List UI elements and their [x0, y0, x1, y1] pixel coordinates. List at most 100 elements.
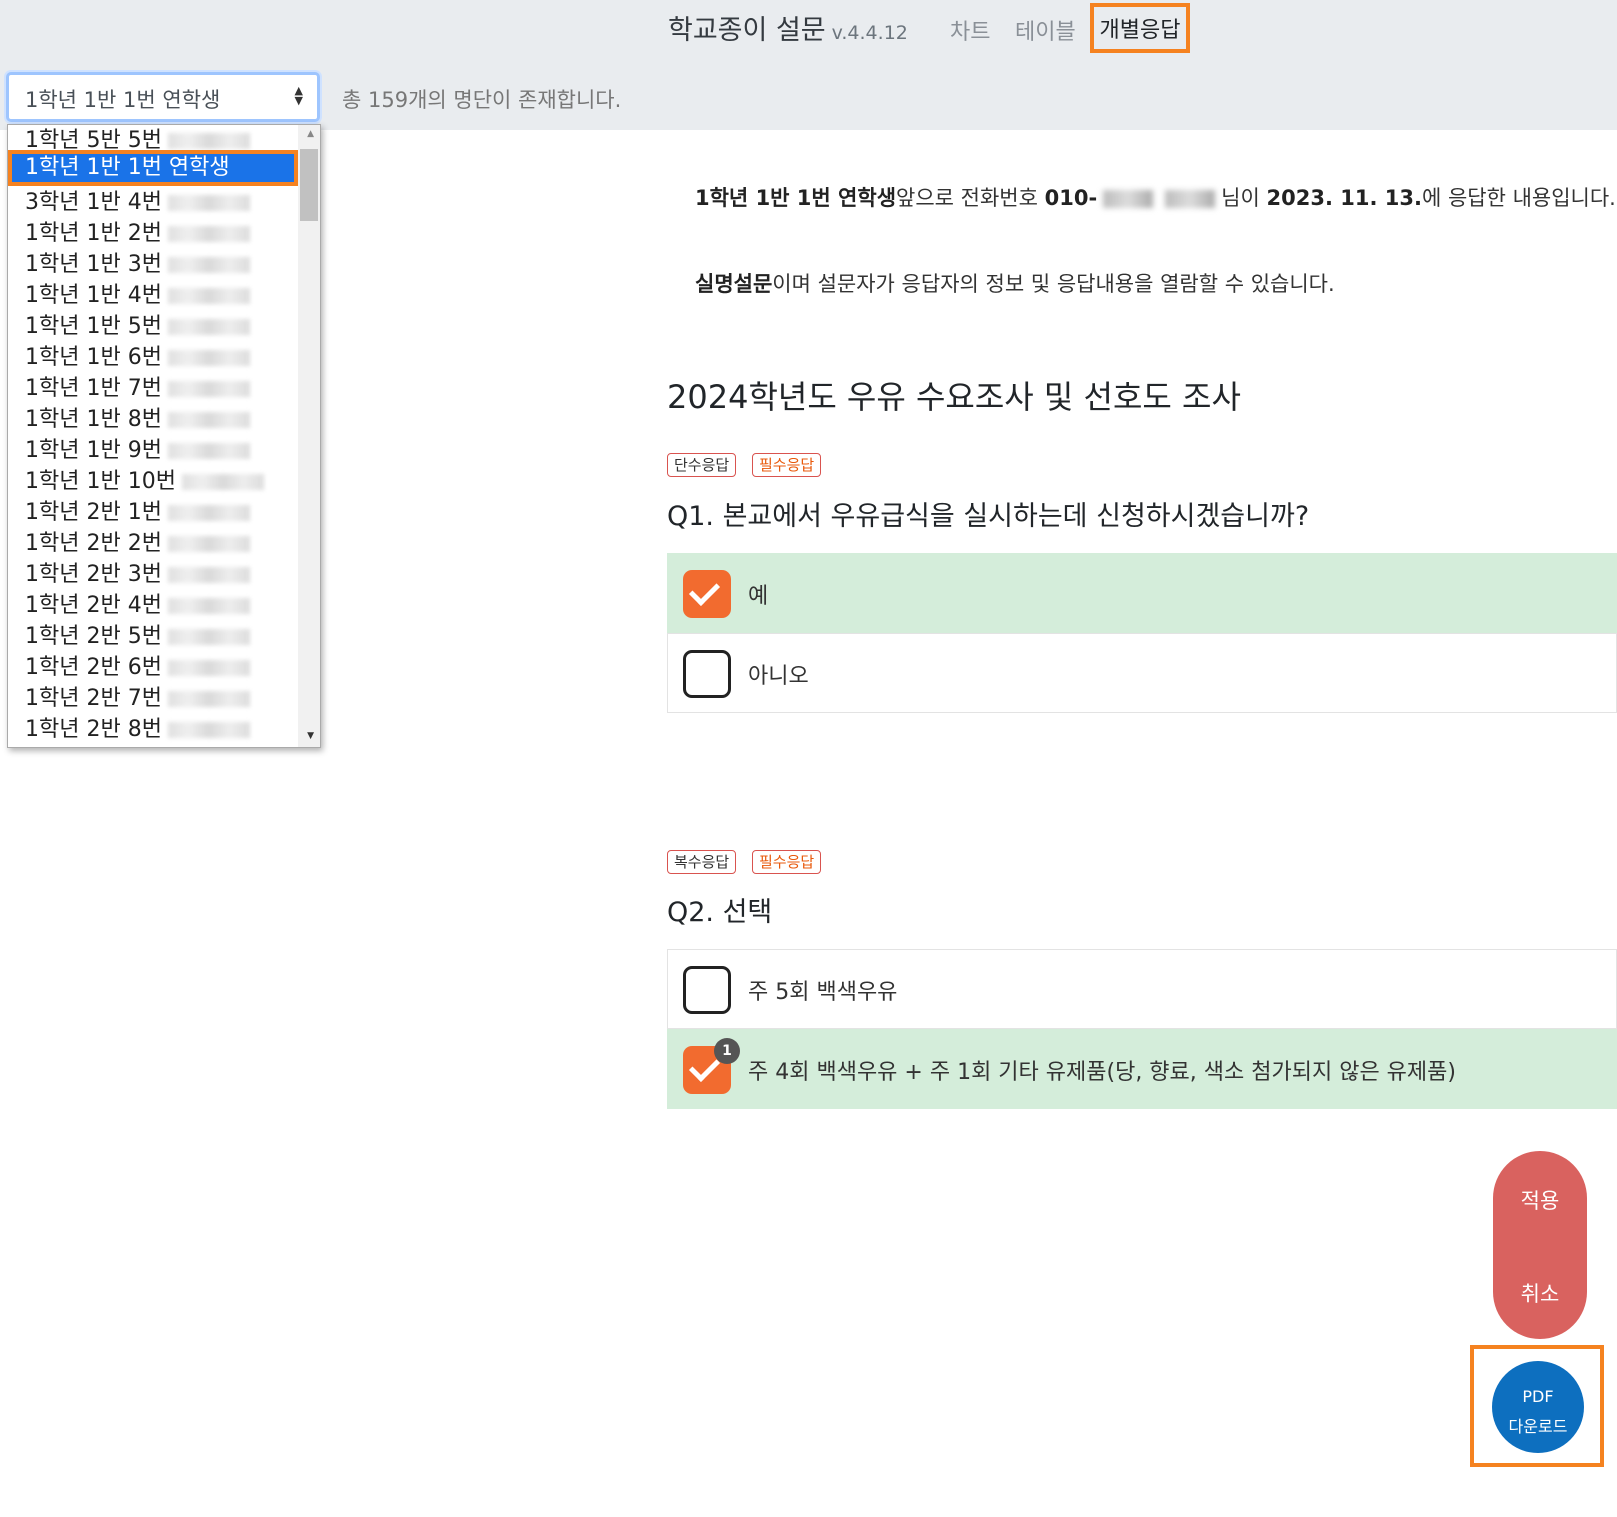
redacted-name — [167, 412, 250, 428]
dropdown-option[interactable]: 1학년 1반 6번 — [25, 342, 295, 373]
selection-order-badge: 1 — [714, 1038, 740, 1064]
dropdown-scrollbar[interactable]: ▲ ▼ — [298, 125, 320, 747]
tab-individual-response[interactable]: 개별응답 — [1090, 3, 1190, 53]
dropdown-option[interactable]: 1학년 1반 7번 — [25, 373, 295, 404]
dropdown-option[interactable]: 1학년 1반 3번 — [25, 249, 295, 280]
privacy-info-line: 실명설문이며 설문자가 응답자의 정보 및 응답내용을 열람할 수 있습니다. — [695, 268, 1335, 298]
option-text: 1학년 1반 8번 — [25, 407, 162, 432]
question-1-text: Q1. 본교에서 우유급식을 실시하는데 신청하시겠습니까? — [667, 501, 1310, 532]
redacted-phone — [1165, 190, 1216, 208]
info-text: 이며 설문자가 응답자의 정보 및 응답내용을 열람할 수 있습니다. — [772, 272, 1335, 296]
dropdown-option[interactable]: 1학년 1반 9번 — [25, 435, 295, 466]
dropdown-option[interactable]: 1학년 2반 2번 — [25, 528, 295, 559]
option-text: 1학년 1반 4번 — [25, 283, 162, 308]
respondent-select-value: 1학년 1반 1번 연학생 — [25, 88, 221, 112]
scroll-down-icon[interactable]: ▼ — [307, 731, 314, 741]
redacted-name — [167, 319, 250, 335]
tab-table[interactable]: 테이블 — [1015, 14, 1076, 46]
respondent-select[interactable]: 1학년 1반 1번 연학생 ▲ ▼ — [6, 72, 320, 122]
dropdown-option[interactable]: 1학년 1반 8번 — [25, 404, 295, 435]
cancel-button[interactable]: 취소 — [1493, 1278, 1587, 1308]
dropdown-option[interactable]: 1학년 1반 5번 — [25, 311, 295, 342]
option-text: 1학년 1반 6번 — [25, 345, 162, 370]
required-badge: 필수응답 — [752, 850, 822, 874]
required-badge: 필수응답 — [752, 453, 822, 477]
option-label: 주 4회 백색우유 + 주 1회 기타 유제품(당, 향료, 색소 첨가되지 않… — [748, 1060, 1456, 1085]
single-choice-badge: 단수응답 — [667, 453, 737, 477]
redacted-name — [167, 629, 250, 645]
survey-title: 2024학년도 우유 수요조사 및 선호도 조사 — [667, 378, 1241, 416]
dropdown-option[interactable]: 1학년 1반 4번 — [25, 280, 295, 311]
option-label: 예 — [748, 584, 769, 609]
info-text: 님이 — [1221, 186, 1267, 210]
option-text: 1학년 1반 7번 — [25, 376, 162, 401]
redacted-name — [167, 133, 250, 149]
option-text: 1학년 2반 2번 — [25, 531, 162, 556]
dropdown-option[interactable]: 1학년 2반 5번 — [25, 621, 295, 652]
dropdown-option[interactable]: 1학년 2반 1번 — [25, 497, 295, 528]
option-text: 1학년 1반 10번 — [25, 469, 176, 494]
dropdown-option[interactable]: 1학년 2반 7번 — [25, 683, 295, 714]
redacted-name — [167, 660, 250, 676]
redacted-name — [167, 598, 250, 614]
scroll-up-icon[interactable]: ▲ — [307, 129, 314, 139]
phone-prefix: 010- — [1044, 186, 1098, 210]
option-label: 아니오 — [748, 664, 809, 689]
option-text: 1학년 2반 7번 — [25, 686, 162, 711]
pdf-download-button[interactable]: PDF 다운로드 — [1492, 1361, 1584, 1453]
redacted-name — [167, 226, 250, 242]
q1-option-yes[interactable]: 예 — [667, 553, 1617, 633]
respondent-dropdown-list[interactable]: 1학년 5반 5번 1학년 1반 1번 연학생 3학년 1반 4번 1학년 1반… — [7, 124, 321, 748]
pdf-highlight-frame: PDF 다운로드 — [1470, 1345, 1604, 1467]
respondent-name: 1학년 1반 1번 연학생 — [695, 186, 897, 210]
app-name: 학교종이 설문 — [668, 15, 826, 46]
q2-option-2[interactable]: 1 주 4회 백색우유 + 주 1회 기타 유제품(당, 향료, 색소 첨가되지… — [667, 1029, 1617, 1109]
redacted-name — [167, 536, 250, 552]
survey-mode: 실명설문 — [695, 272, 773, 296]
option-text: 1학년 2반 6번 — [25, 655, 162, 680]
dropdown-option[interactable]: 1학년 2반 8번 — [25, 714, 295, 745]
download-label: 다운로드 — [1508, 1417, 1568, 1436]
redacted-name — [167, 722, 250, 738]
option-text: 1학년 1반 3번 — [25, 252, 162, 277]
option-text: 1학년 1반 1번 연학생 — [25, 155, 230, 180]
dropdown-option-selected[interactable]: 1학년 1반 1번 연학생 — [8, 150, 298, 186]
dropdown-option[interactable]: 1학년 1반 10번 — [25, 466, 295, 497]
redacted-name — [167, 443, 250, 459]
dropdown-option[interactable]: 1학년 2반 3번 — [25, 559, 295, 590]
info-text: 에 응답한 내용입니다. — [1421, 186, 1616, 210]
dropdown-option[interactable]: 3학년 1반 4번 — [25, 187, 295, 218]
select-arrows-icon: ▲ ▼ — [294, 84, 303, 107]
dropdown-option[interactable]: 1학년 2반 4번 — [25, 590, 295, 621]
option-text: 1학년 2반 3번 — [25, 562, 162, 587]
floating-action-pill: 적용 취소 — [1493, 1151, 1587, 1339]
checkbox-checked-icon[interactable] — [683, 570, 731, 618]
question-2-text: Q2. 선택 — [667, 897, 773, 928]
option-text: 1학년 2반 8번 — [25, 717, 162, 742]
checkbox-unchecked-icon[interactable] — [683, 966, 731, 1014]
redacted-name — [181, 474, 264, 490]
redacted-name — [167, 567, 250, 583]
option-text: 1학년 2반 4번 — [25, 593, 162, 618]
response-date: 2023. 11. 13. — [1266, 186, 1422, 210]
q2-option-1[interactable]: 주 5회 백색우유 — [667, 949, 1617, 1029]
response-info-line: 1학년 1반 1번 연학생앞으로 전화번호 010- 님이 2023. 11. 1… — [695, 182, 1616, 212]
q1-option-no[interactable]: 아니오 — [667, 633, 1617, 713]
redacted-name — [167, 288, 250, 304]
dropdown-option[interactable]: 1학년 1반 2번 — [25, 218, 295, 249]
redacted-name — [167, 195, 250, 211]
redacted-phone — [1103, 190, 1154, 208]
app-title: 학교종이 설문 v.4.4.12 — [668, 8, 908, 47]
tab-chart[interactable]: 차트 — [950, 14, 990, 46]
option-label: 주 5회 백색우유 — [748, 980, 898, 1005]
info-text: 앞으로 전화번호 — [896, 186, 1045, 210]
apply-button[interactable]: 적용 — [1493, 1185, 1587, 1215]
list-count-text: 총 159개의 명단이 존재합니다. — [342, 88, 622, 112]
multiple-choice-badge: 복수응답 — [667, 850, 737, 874]
checkbox-unchecked-icon[interactable] — [683, 650, 731, 698]
top-bar: 학교종이 설문 v.4.4.12 차트 테이블 개별응답 1학년 1반 1번 연학… — [0, 0, 1617, 130]
redacted-name — [167, 505, 250, 521]
option-text: 1학년 2반 1번 — [25, 500, 162, 525]
dropdown-option[interactable]: 1학년 2반 6번 — [25, 652, 295, 683]
scroll-thumb[interactable] — [300, 149, 318, 221]
